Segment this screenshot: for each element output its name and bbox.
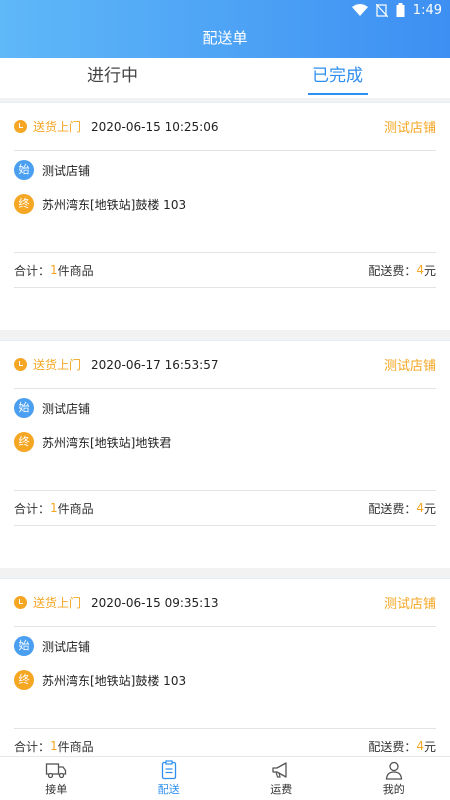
clock-icon — [14, 358, 27, 371]
item-count-suffix: 件商品 — [57, 501, 94, 516]
start-address: 测试店铺 — [42, 401, 91, 416]
page-title: 配送单 — [202, 29, 248, 47]
order-list[interactable]: 送货上门 2020-06-15 10:25:06 测试店铺 始 测试店铺 终 苏… — [0, 102, 450, 756]
tab-completed[interactable]: 已完成 — [225, 58, 450, 98]
end-address: 苏州湾东[地铁站]地铁君 — [42, 435, 172, 450]
order-card[interactable]: 送货上门 2020-06-15 10:25:06 测试店铺 始 测试店铺 终 苏… — [0, 102, 450, 330]
fee-label: 配送费： — [368, 501, 417, 516]
total-label: 合计： — [14, 739, 51, 754]
item-count: 1 — [50, 501, 58, 515]
clock-icon — [14, 120, 27, 133]
delivery-type: 送货上门 — [33, 596, 82, 610]
clock-icon — [14, 596, 27, 609]
fee-value: 4 — [416, 263, 424, 277]
total-label: 合计： — [14, 263, 51, 278]
item-count: 1 — [50, 739, 58, 753]
megaphone-icon — [272, 762, 287, 778]
order-header: 送货上门 2020-06-15 10:25:06 测试店铺 — [14, 103, 436, 151]
fee-unit: 元 — [423, 263, 436, 278]
tabbar-label: 配送 — [157, 783, 180, 796]
order-card[interactable]: 送货上门 2020-06-17 16:53:57 测试店铺 始 测试店铺 终 苏… — [0, 340, 450, 568]
start-badge: 始 — [14, 398, 34, 418]
start-badge: 始 — [14, 636, 34, 656]
fee-label: 配送费： — [368, 263, 417, 278]
start-address-row: 始 测试店铺 — [14, 629, 436, 663]
delivery-type: 送货上门 — [33, 358, 82, 372]
fee-unit: 元 — [423, 501, 436, 516]
end-address-row: 终 苏州湾东[地铁站]鼓楼 103 — [14, 663, 436, 697]
clipboard-icon — [161, 760, 176, 780]
order-time: 2020-06-17 16:53:57 — [91, 357, 219, 372]
no-signal-icon — [375, 3, 388, 17]
battery-icon — [396, 3, 405, 17]
order-tabs: 进行中 已完成 — [0, 58, 450, 98]
total-label: 合计： — [14, 501, 51, 516]
end-address: 苏州湾东[地铁站]鼓楼 103 — [42, 673, 187, 688]
tabbar-label: 我的 — [382, 783, 405, 796]
end-badge: 终 — [14, 432, 34, 452]
tabbar-item-delivery[interactable]: 配送 — [113, 757, 226, 800]
start-address-row: 始 测试店铺 — [14, 153, 436, 187]
tabbar-item-orders[interactable]: 接单 — [0, 757, 113, 800]
item-count-suffix: 件商品 — [57, 263, 94, 278]
wifi-icon — [351, 4, 368, 16]
tabbar-label: 接单 — [45, 783, 68, 796]
end-badge: 终 — [14, 194, 34, 214]
start-address-row: 始 测试店铺 — [14, 391, 436, 425]
end-address-row: 终 苏州湾东[地铁站]鼓楼 103 — [14, 187, 436, 221]
order-footer: 合计： 1 件商品 配送费： 4 元 — [14, 728, 436, 756]
start-address: 测试店铺 — [42, 163, 91, 178]
order-footer: 合计： 1 件商品 配送费： 4 元 — [14, 490, 436, 526]
item-count-suffix: 件商品 — [57, 739, 94, 754]
bottom-tabbar: 接单 配送 运费 我的 — [0, 756, 450, 800]
fee-value: 4 — [416, 739, 424, 753]
shop-name: 测试店铺 — [383, 121, 436, 136]
tabbar-label: 运费 — [270, 783, 293, 796]
order-footer: 合计： 1 件商品 配送费： 4 元 — [14, 252, 436, 288]
order-header: 送货上门 2020-06-17 16:53:57 测试店铺 — [14, 341, 436, 389]
truck-icon — [46, 763, 67, 779]
tabbar-item-freight[interactable]: 运费 — [225, 757, 338, 800]
user-icon — [385, 761, 402, 780]
end-badge: 终 — [14, 670, 34, 690]
shop-name: 测试店铺 — [383, 359, 436, 374]
shop-name: 测试店铺 — [383, 597, 436, 612]
fee-label: 配送费： — [368, 739, 417, 754]
delivery-type: 送货上门 — [33, 120, 82, 134]
start-address: 测试店铺 — [42, 639, 91, 654]
tab-in-progress[interactable]: 进行中 — [0, 58, 225, 98]
order-time: 2020-06-15 10:25:06 — [91, 119, 219, 134]
status-bar: 1:49 — [0, 0, 450, 20]
start-badge: 始 — [14, 160, 34, 180]
end-address: 苏州湾东[地铁站]鼓楼 103 — [42, 197, 187, 212]
tabbar-item-mine[interactable]: 我的 — [338, 757, 450, 800]
order-header: 送货上门 2020-06-15 09:35:13 测试店铺 — [14, 579, 436, 627]
fee-value: 4 — [416, 501, 424, 515]
order-time: 2020-06-15 09:35:13 — [91, 595, 219, 610]
item-count: 1 — [50, 263, 58, 277]
end-address-row: 终 苏州湾东[地铁站]地铁君 — [14, 425, 436, 459]
fee-unit: 元 — [423, 739, 436, 754]
app-header: 1:49 配送单 — [0, 0, 450, 58]
order-card[interactable]: 送货上门 2020-06-15 09:35:13 测试店铺 始 测试店铺 终 苏… — [0, 578, 450, 756]
status-time: 1:49 — [412, 2, 442, 18]
